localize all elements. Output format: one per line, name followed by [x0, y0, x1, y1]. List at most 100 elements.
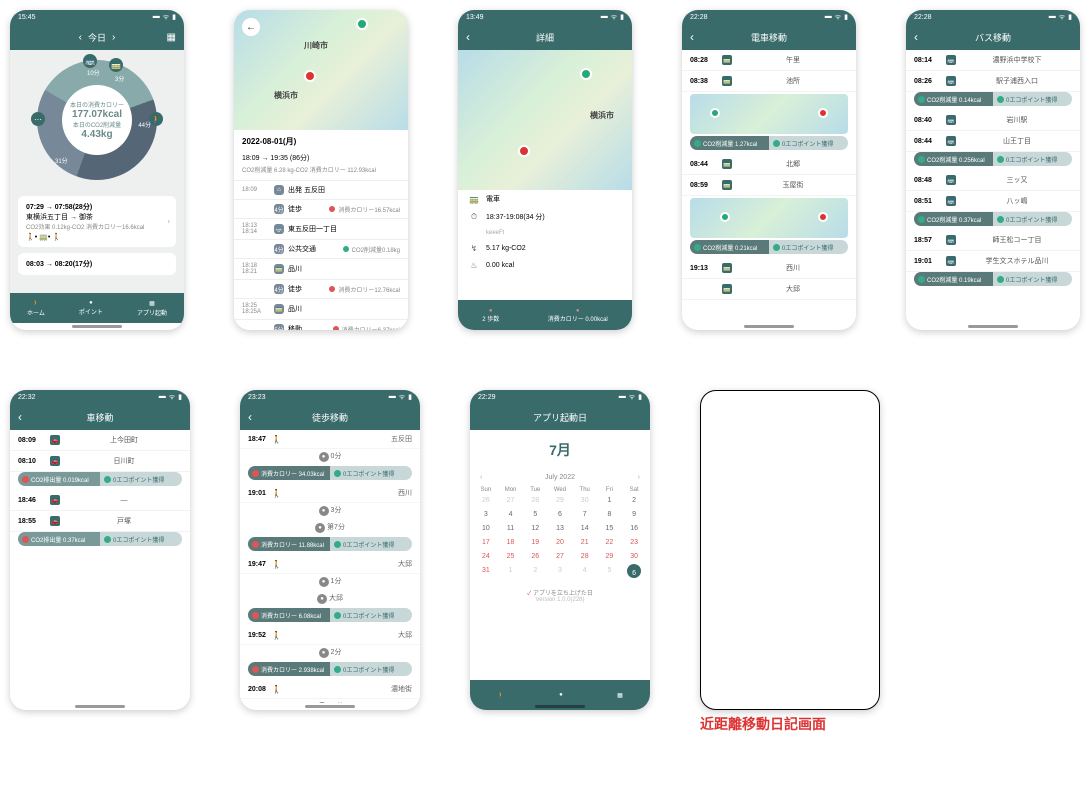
- tab-cal[interactable]: ▦: [617, 692, 623, 699]
- map[interactable]: 横浜市: [458, 50, 632, 190]
- eco-bar: CO2削減量 0.256kcal 0エコポイント獲得: [914, 152, 1072, 166]
- cal-day[interactable]: 30: [622, 550, 646, 563]
- walk-row[interactable]: 19:47🚶大邱: [240, 555, 420, 574]
- cal-day[interactable]: 28: [573, 550, 597, 563]
- stop-row[interactable]: 19:13🚃西川: [682, 258, 856, 279]
- timeline-row: 18:13 18:14 🚌 東五反田一丁目: [234, 218, 408, 239]
- stop-row[interactable]: 08:51🚌八ッ嶋: [906, 191, 1080, 212]
- stop-row[interactable]: 08:28🚃午里: [682, 50, 856, 71]
- cal-day[interactable]: 3: [548, 564, 572, 578]
- walk-row[interactable]: 19:01🚶西川: [240, 484, 420, 503]
- cal-day[interactable]: 15: [598, 522, 622, 535]
- cal-day[interactable]: 20: [548, 536, 572, 549]
- cal-day[interactable]: 11: [499, 522, 523, 535]
- stop-row[interactable]: 19:01🚌学生文スホテル品川: [906, 251, 1080, 272]
- tab-home[interactable]: 🚶ホーム: [27, 300, 45, 317]
- cal-day[interactable]: 31: [474, 564, 498, 578]
- stop-row[interactable]: 08:48🚌三ッ又: [906, 170, 1080, 191]
- cal-day[interactable]: 30: [573, 494, 597, 507]
- stop-row[interactable]: 08:14🚌濃野浜中学校下: [906, 50, 1080, 71]
- cal-day[interactable]: 28: [523, 494, 547, 507]
- cal-day[interactable]: 25: [499, 550, 523, 563]
- cal-day[interactable]: 19: [523, 536, 547, 549]
- walk-row[interactable]: 18:47🚶五反田: [240, 430, 420, 449]
- prev-day-button[interactable]: ‹: [79, 32, 82, 43]
- cal-day[interactable]: 4: [499, 508, 523, 521]
- cal-day[interactable]: 24: [474, 550, 498, 563]
- back-button[interactable]: ←: [242, 18, 260, 36]
- sub-row: ●大邱: [240, 591, 420, 608]
- cal-day[interactable]: 26: [474, 494, 498, 507]
- stop-row[interactable]: 08:38🚃池所: [682, 71, 856, 92]
- home-indicator: [305, 705, 355, 708]
- title: 徒歩移動: [312, 411, 348, 424]
- trip-card[interactable]: 07:29 → 07:58(28分) 東横浜五丁目 → 御茶 CO2効果 0.1…: [18, 196, 176, 247]
- cal-day[interactable]: 2: [523, 564, 547, 578]
- cal-day[interactable]: 6: [548, 508, 572, 521]
- cal-day[interactable]: 27: [548, 550, 572, 563]
- cal-day[interactable]: 2: [622, 494, 646, 507]
- cal-day[interactable]: 3: [474, 508, 498, 521]
- tab-mid[interactable]: ●: [559, 692, 563, 698]
- stop-row[interactable]: 08:44🚃北郷: [682, 154, 856, 175]
- stop-row[interactable]: 08:59🚃玉屋街: [682, 175, 856, 196]
- back-button[interactable]: ‹: [466, 30, 470, 44]
- cal-day[interactable]: 29: [598, 550, 622, 563]
- cal-day[interactable]: 4: [573, 564, 597, 578]
- cal-day[interactable]: 5: [523, 508, 547, 521]
- back-button[interactable]: ‹: [690, 30, 694, 44]
- cal-day[interactable]: 10: [474, 522, 498, 535]
- walk-row[interactable]: 19:52🚶大邱: [240, 626, 420, 645]
- stop-row[interactable]: 08:44🚌山王丁目: [906, 131, 1080, 152]
- tab-points[interactable]: ●ポイント: [79, 300, 103, 316]
- cal-day[interactable]: 14: [573, 522, 597, 535]
- trip-card-2[interactable]: 08:03 → 08:20(17分): [18, 253, 176, 275]
- cal-day[interactable]: 17: [474, 536, 498, 549]
- timeline-row: 4分 徒歩 消費カロリー16.57kcal: [234, 199, 408, 218]
- cal-day[interactable]: 22: [598, 536, 622, 549]
- cal-day[interactable]: 1: [499, 564, 523, 578]
- stop-row[interactable]: 18:57🚌師王松コー丁目: [906, 230, 1080, 251]
- cal-day[interactable]: 23: [622, 536, 646, 549]
- cal-day[interactable]: 9: [622, 508, 646, 521]
- next-month-button[interactable]: ›: [632, 474, 646, 481]
- cal-day[interactable]: 27: [499, 494, 523, 507]
- back-button[interactable]: ‹: [914, 30, 918, 44]
- cal-day[interactable]: 6: [627, 564, 641, 578]
- cal-day[interactable]: 1: [598, 494, 622, 507]
- tab-home[interactable]: 🚶: [497, 692, 504, 699]
- cal-day[interactable]: 26: [523, 550, 547, 563]
- home-indicator: [744, 325, 794, 328]
- timeline-row: 18:25 18:25A 🚃 品川: [234, 298, 408, 319]
- cal-day[interactable]: 21: [573, 536, 597, 549]
- walk-row[interactable]: 20:08🚶濃地街: [240, 680, 420, 699]
- prev-month-button[interactable]: ‹: [474, 474, 488, 481]
- cal-day[interactable]: 5: [598, 564, 622, 578]
- sub-row: keeeFt: [458, 226, 632, 240]
- bus-icon: 🚌: [83, 54, 97, 68]
- cal-day[interactable]: 18: [499, 536, 523, 549]
- tab-launch[interactable]: ▦アプリ起動: [137, 300, 167, 317]
- stop-row[interactable]: 08:40🚌岩川駅: [906, 110, 1080, 131]
- cal-day[interactable]: 13: [548, 522, 572, 535]
- back-button[interactable]: ‹: [248, 410, 252, 424]
- cal-day[interactable]: 12: [523, 522, 547, 535]
- cal-day[interactable]: 16: [622, 522, 646, 535]
- stop-row[interactable]: 🚃大邱: [682, 279, 856, 300]
- clock: 22:28: [914, 14, 932, 21]
- calendar-icon[interactable]: ▦: [167, 32, 176, 43]
- next-day-button[interactable]: ›: [112, 32, 115, 43]
- cal-day[interactable]: 7: [573, 508, 597, 521]
- stop-row[interactable]: 08:26🚌駅子浦西入口: [906, 71, 1080, 92]
- clock: 15:45: [18, 14, 36, 21]
- stop-row[interactable]: 18:46🚗―: [10, 490, 190, 511]
- cal-day[interactable]: 29: [548, 494, 572, 507]
- cal-day[interactable]: 8: [598, 508, 622, 521]
- stop-row[interactable]: 18:55🚗戸塚: [10, 511, 190, 532]
- stop-row[interactable]: 08:10🚗日川町: [10, 451, 190, 472]
- stop-row[interactable]: 08:09🚗上今田町: [10, 430, 190, 451]
- back-button[interactable]: ‹: [18, 410, 22, 424]
- status-bar: 22:28 ▬ᯤ▮: [682, 10, 856, 24]
- map[interactable]: ← 川崎市 横浜市: [234, 10, 408, 130]
- row-2: 22:32 ▬ᯤ▮ ‹ 車移動 08:09🚗上今田町08:10🚗日川町 CO2排…: [10, 390, 1080, 734]
